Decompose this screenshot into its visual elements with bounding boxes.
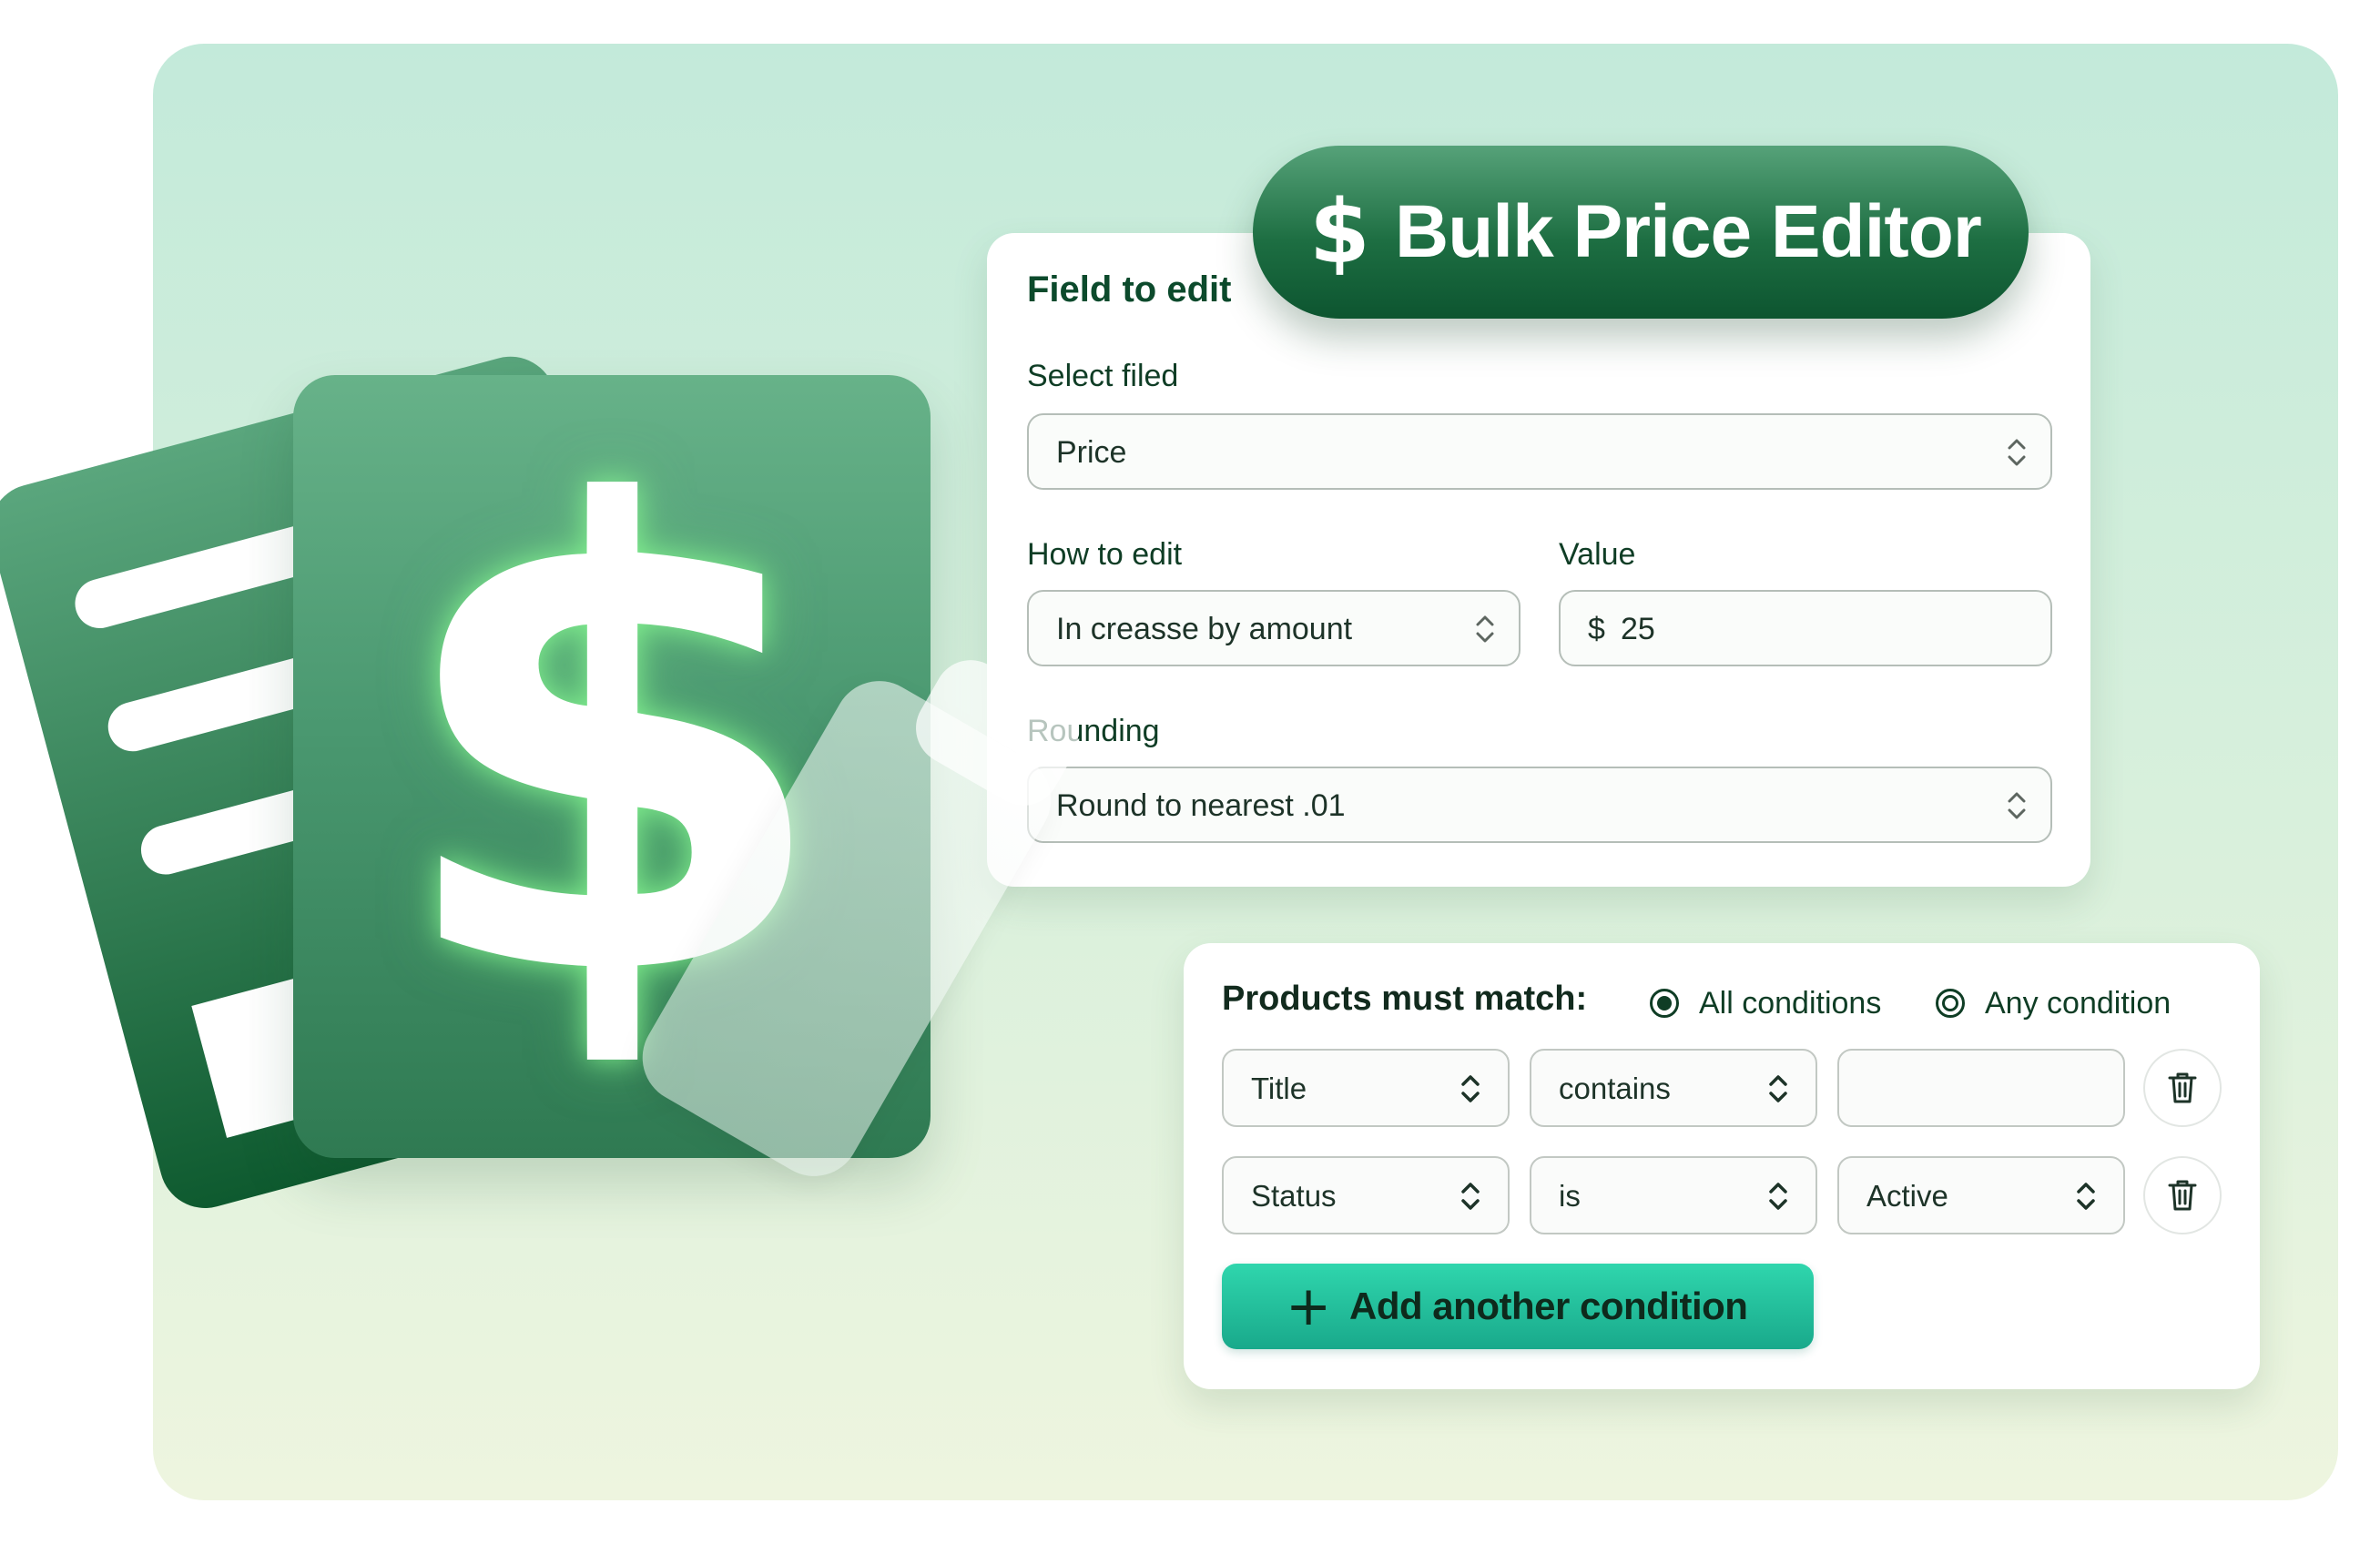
app-title: Bulk Price Editor: [1395, 190, 1982, 273]
condition-value-text: Active: [1866, 1179, 1948, 1213]
condition-field-select[interactable]: Status: [1222, 1156, 1510, 1234]
value-input[interactable]: $ 25: [1559, 590, 2052, 666]
plus-icon: +: [1286, 1275, 1332, 1338]
condition-operator-select[interactable]: is: [1530, 1156, 1817, 1234]
add-condition-label: Add another condition: [1349, 1285, 1748, 1327]
radio-any-condition[interactable]: Any condition: [1936, 985, 2171, 1021]
delete-condition-button[interactable]: [2143, 1049, 2222, 1127]
select-field-value: Price: [1056, 435, 1127, 470]
radio-unselected-icon: [1936, 989, 1965, 1018]
condition-field-select[interactable]: Title: [1222, 1049, 1510, 1127]
chevron-up-down-icon: [2008, 792, 2026, 819]
rounding-value: Round to nearest .01: [1056, 788, 1346, 823]
add-condition-button[interactable]: + Add another condition: [1222, 1264, 1814, 1349]
value-amount: 25: [1621, 612, 1655, 646]
how-to-edit-dropdown[interactable]: In creasse by amount: [1027, 590, 1521, 666]
radio-any-condition-label: Any condition: [1985, 985, 2171, 1021]
radio-all-conditions-label: All conditions: [1699, 985, 1882, 1021]
trash-icon: [2168, 1072, 2197, 1103]
dollar-icon: $: [1309, 181, 1370, 283]
radio-selected-icon: [1650, 989, 1679, 1018]
radio-all-conditions[interactable]: All conditions: [1650, 985, 1881, 1021]
how-to-edit-label: How to edit: [1027, 537, 1183, 572]
app-title-banner: $ Bulk Price Editor: [1253, 146, 2029, 319]
conditions-title: Products must match:: [1222, 980, 1588, 1018]
chevron-up-down-icon: [1769, 1183, 1787, 1210]
condition-operator-value: contains: [1559, 1072, 1671, 1105]
chevron-up-down-icon: [2077, 1183, 2095, 1210]
condition-field-value: Title: [1251, 1072, 1307, 1105]
delete-condition-button[interactable]: [2143, 1156, 2222, 1234]
trash-icon: [2168, 1180, 2197, 1211]
chevron-up-down-icon: [2008, 439, 2026, 466]
chevron-up-down-icon: [1461, 1183, 1480, 1210]
field-to-edit-card: Field to edit Select filed Price How to …: [987, 233, 2090, 887]
condition-field-value: Status: [1251, 1179, 1337, 1213]
value-label: Value: [1559, 537, 1636, 572]
conditions-card: Products must match: All conditions Any …: [1184, 943, 2260, 1389]
select-field-label: Select filed: [1027, 359, 1179, 393]
how-to-edit-value: In creasse by amount: [1056, 612, 1353, 646]
chevron-up-down-icon: [1476, 615, 1494, 643]
chevron-up-down-icon: [1769, 1075, 1787, 1102]
condition-operator-select[interactable]: contains: [1530, 1049, 1817, 1127]
rounding-dropdown[interactable]: Round to nearest .01: [1027, 767, 2052, 843]
chevron-up-down-icon: [1461, 1075, 1480, 1102]
field-card-title: Field to edit: [1027, 269, 1232, 310]
condition-value-input[interactable]: [1837, 1049, 2125, 1127]
value-prefix: $: [1588, 612, 1605, 646]
condition-value-select[interactable]: Active: [1837, 1156, 2125, 1234]
select-field-dropdown[interactable]: Price: [1027, 413, 2052, 490]
condition-operator-value: is: [1559, 1179, 1581, 1213]
